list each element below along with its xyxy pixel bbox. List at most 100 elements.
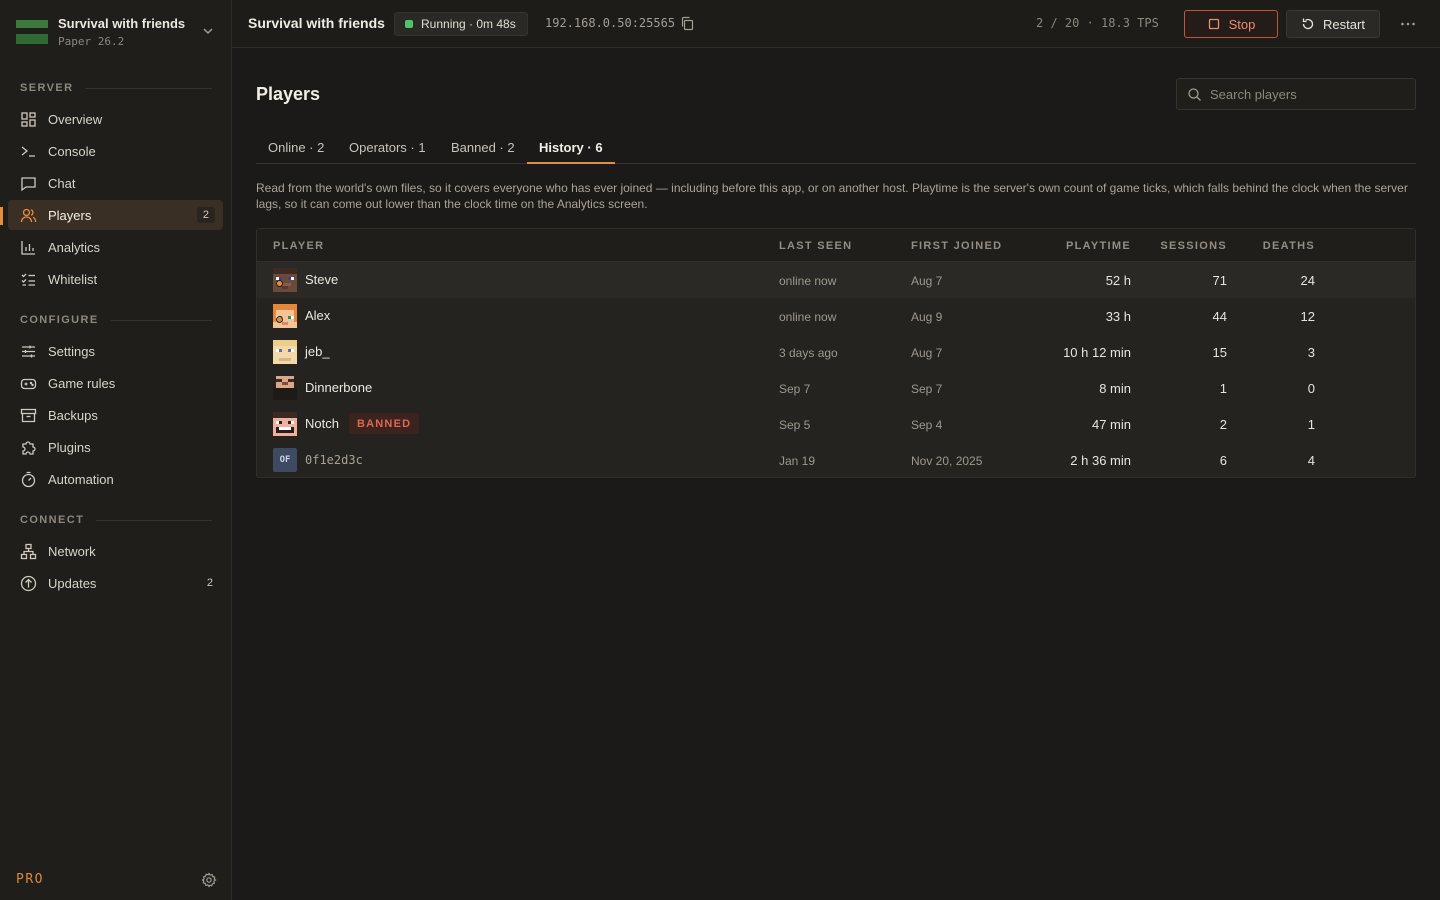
last-seen: Jan 19 [779, 454, 816, 468]
column-header-sessions[interactable]: SESSIONS [1127, 240, 1227, 252]
section-configure: CONFIGURE [20, 313, 212, 327]
sidebar-item-game-rules[interactable]: Game rules [8, 368, 223, 398]
column-header-player[interactable]: PLAYER [273, 240, 324, 252]
stop-label: Stop [1228, 16, 1256, 32]
table-row[interactable]: Dinnerbone Sep 7 Sep 7 8 min 1 0 [257, 370, 1415, 406]
playtime: 10 h 12 min [1063, 345, 1131, 360]
table-row[interactable]: Steve online now Aug 7 52 h 71 24 [257, 262, 1415, 298]
last-seen: 3 days ago [779, 346, 838, 360]
last-seen: online now [779, 310, 837, 324]
first-joined: Sep 4 [911, 418, 943, 432]
gear-icon[interactable] [201, 872, 217, 888]
sidebar-item-backups[interactable]: Backups [8, 400, 223, 430]
sidebar-item-network[interactable]: Network [8, 536, 223, 566]
history-description: Read from the world's own files, so it c… [256, 181, 1408, 211]
column-header-deaths[interactable]: DEATHS [1215, 240, 1315, 252]
player-name: Steve [305, 272, 339, 287]
sidebar-item-console[interactable]: Console [8, 136, 223, 166]
restart-icon [1302, 18, 1314, 30]
tab-online[interactable]: Online · 2 [256, 131, 336, 163]
sidebar-item-label: Network [48, 543, 96, 559]
player-history-table: PLAYER LAST SEEN FIRST JOINED PLAYTIME S… [256, 228, 1416, 478]
arrow-up-circle-icon [20, 575, 37, 591]
player-tps-stats: 2 / 20 · 18.3 TPS [1036, 16, 1159, 30]
player-name: Notch [305, 416, 339, 431]
sidebar-item-label: Backups [48, 407, 98, 423]
table-row[interactable]: Notch BANNED Sep 5 Sep 4 47 min 2 1 [257, 406, 1415, 442]
tab-history[interactable]: History · 6 [527, 131, 615, 164]
tab-operators[interactable]: Operators · 1 [337, 131, 438, 163]
sessions: 71 [1212, 273, 1227, 288]
more-options-icon[interactable] [1398, 14, 1418, 34]
deaths: 12 [1300, 309, 1315, 324]
column-header-playtime[interactable]: PLAYTIME [1031, 240, 1131, 252]
chevron-down-icon [203, 28, 213, 35]
sidebar-item-label: Whitelist [48, 271, 98, 287]
puzzle-icon [22, 440, 36, 455]
users-icon [20, 208, 37, 222]
first-joined: Aug 9 [911, 310, 943, 324]
sidebar-item-whitelist[interactable]: Whitelist [8, 264, 223, 294]
restart-button[interactable]: Restart [1286, 10, 1380, 38]
sidebar-item-label: Chat [48, 175, 76, 191]
first-joined: Nov 20, 2025 [911, 454, 983, 468]
sidebar-item-automation[interactable]: Automation [8, 464, 223, 494]
sidebar-item-analytics[interactable]: Analytics [8, 232, 223, 262]
server-name: Survival with friends [58, 16, 186, 31]
sidebar-item-players[interactable]: Players 2 [8, 200, 223, 230]
table-row[interactable]: jeb_ 3 days ago Aug 7 10 h 12 min 15 3 [257, 334, 1415, 370]
status-dot [405, 20, 413, 28]
sidebar-item-settings[interactable]: Settings [8, 336, 223, 366]
table-row[interactable]: Alex online now Aug 9 33 h 44 12 [257, 298, 1415, 334]
table-row[interactable]: OF 0f1e2d3c Jan 19 Nov 20, 2025 2 h 36 m… [257, 442, 1415, 478]
deaths: 4 [1307, 453, 1315, 468]
column-header-last-seen[interactable]: LAST SEEN [779, 240, 852, 252]
avatar [273, 412, 297, 436]
avatar [273, 376, 297, 400]
sidebar-item-label: Analytics [48, 239, 101, 255]
server-switcher[interactable]: Survival with friends Paper 26.2 [0, 0, 231, 64]
grid-icon [21, 111, 36, 127]
column-header-first-joined[interactable]: FIRST JOINED [911, 240, 1002, 252]
restart-label: Restart [1323, 16, 1365, 32]
playtime: 2 h 36 min [1070, 453, 1131, 468]
bar-chart-icon [21, 240, 35, 255]
sidebar-item-label: Console [48, 143, 96, 159]
sidebar-item-plugins[interactable]: Plugins [8, 432, 223, 462]
last-seen: Sep 5 [779, 418, 811, 432]
search-box[interactable] [1176, 78, 1416, 110]
deaths: 24 [1300, 273, 1315, 288]
last-seen: online now [779, 274, 837, 288]
tab-banned[interactable]: Banned · 2 [439, 131, 527, 163]
stop-button[interactable]: Stop [1184, 10, 1278, 38]
search-icon [1188, 87, 1201, 101]
sidebar-item-label: Overview [48, 111, 103, 127]
sidebar-item-updates[interactable]: Updates 2 [8, 568, 223, 598]
sidebar-item-label: Settings [48, 343, 95, 359]
sidebar-item-chat[interactable]: Chat [8, 168, 223, 198]
sidebar-item-overview[interactable]: Overview [8, 104, 223, 134]
player-name: jeb_ [305, 344, 330, 359]
sessions: 44 [1212, 309, 1227, 324]
server-address: 192.168.0.50:25565 [545, 16, 676, 30]
avatar [273, 340, 297, 364]
copy-icon[interactable] [680, 16, 695, 31]
playtime: 33 h [1105, 309, 1131, 324]
topbar: Survival with friends Running · 0m 48s 1… [232, 0, 1440, 48]
player-name: Alex [305, 308, 331, 323]
deaths: 3 [1307, 345, 1315, 360]
count-badge: 2 [206, 577, 213, 589]
terminal-icon [21, 145, 35, 157]
player-uuid: 0f1e2d3c [305, 453, 363, 467]
banned-badge: BANNED [349, 413, 420, 434]
avatar-initials: OF [273, 448, 297, 472]
sidebar-item-label: Players [48, 207, 92, 223]
table-header: PLAYER LAST SEEN FIRST JOINED PLAYTIME S… [257, 229, 1415, 262]
timer-icon [21, 471, 36, 487]
sidebar-item-label: Automation [48, 471, 114, 487]
search-input[interactable] [1210, 86, 1410, 102]
deaths: 1 [1307, 417, 1315, 432]
plan-badge[interactable]: PRO [16, 872, 44, 887]
list-check-icon [21, 273, 35, 286]
server-title: Survival with friends [248, 15, 385, 31]
